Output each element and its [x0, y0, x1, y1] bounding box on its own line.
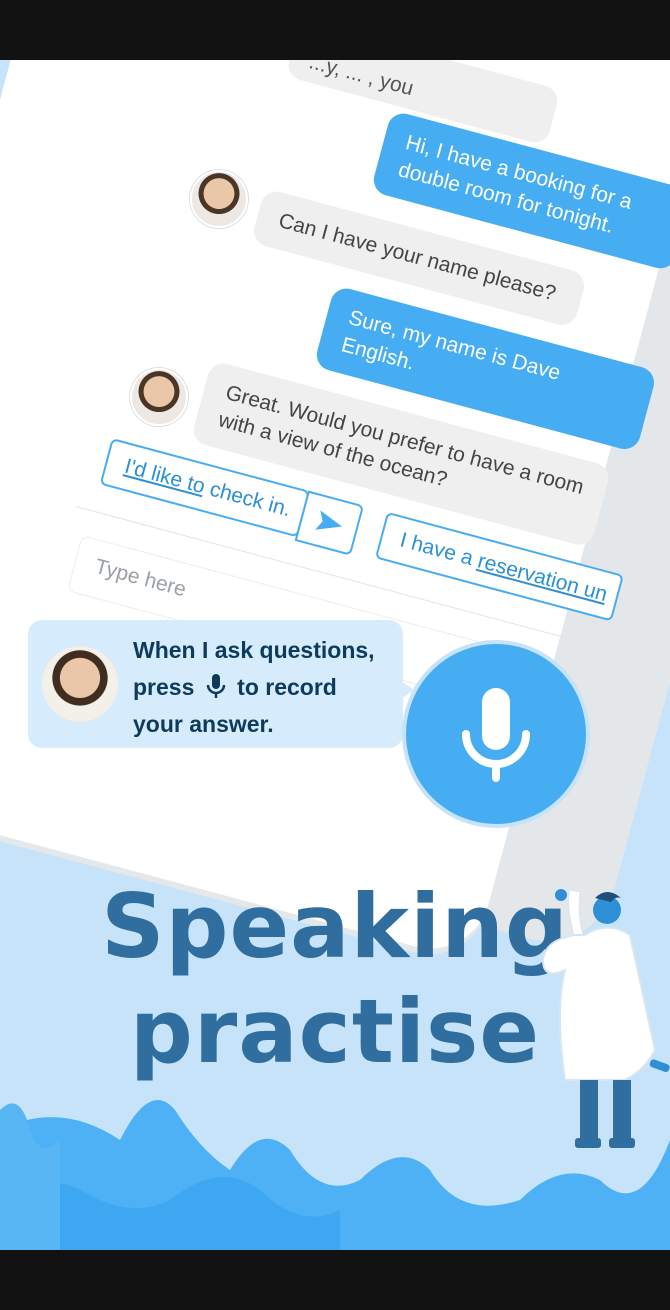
tutor-avatar: [42, 646, 118, 722]
input-placeholder: Type here: [92, 554, 189, 602]
status-bar: [0, 0, 670, 60]
instruction-tooltip: When I ask questions, press to record yo…: [28, 620, 403, 748]
chip-text-pre: I have a: [397, 528, 482, 572]
chip-link: I'd like to: [122, 454, 208, 499]
tooltip-line: your answer.: [133, 711, 274, 737]
tutor-avatar: [190, 170, 248, 228]
tooltip-word: to record: [237, 674, 337, 700]
mic-icon: [462, 688, 530, 782]
foliage-illustration: [0, 1100, 670, 1250]
promo-scene: ...y, ... , you Hi, I have a booking for…: [0, 60, 670, 1250]
mic-inline-icon: [206, 674, 226, 698]
tooltip-line: press to record: [133, 669, 403, 706]
navigation-bar: [0, 1250, 670, 1310]
record-button[interactable]: [402, 640, 590, 828]
send-icon: [315, 510, 342, 530]
tooltip-line: When I ask questions,: [133, 637, 375, 663]
tooltip-text: When I ask questions, press to record yo…: [133, 632, 403, 743]
tooltip-word: press: [133, 674, 195, 700]
chip-text-post: check in.: [201, 476, 294, 522]
tutor-avatar: [130, 368, 188, 426]
